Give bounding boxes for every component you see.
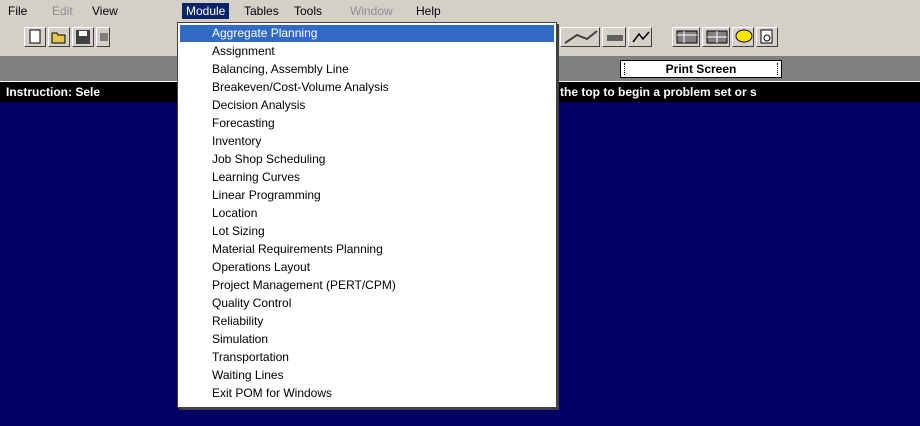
graph-icon (632, 31, 650, 43)
module-dropdown-menu: Aggregate Planning Assignment Balancing,… (177, 22, 557, 408)
menu-item-learning-curves[interactable]: Learning Curves (180, 169, 554, 186)
menu-item-forecasting[interactable]: Forecasting (180, 115, 554, 132)
menu-item-location[interactable]: Location (180, 205, 554, 222)
menu-item-breakeven[interactable]: Breakeven/Cost-Volume Analysis (180, 79, 554, 96)
menu-item-simulation[interactable]: Simulation (180, 331, 554, 348)
menu-item-decision-analysis[interactable]: Decision Analysis (180, 97, 554, 114)
menu-item-reliability[interactable]: Reliability (180, 313, 554, 330)
print-preview-button[interactable] (756, 27, 778, 47)
help-bubble-icon (735, 29, 753, 43)
print-screen-button[interactable]: Print Screen (620, 60, 782, 78)
menu-item-assignment[interactable]: Assignment (180, 43, 554, 60)
menu-item-aggregate-planning[interactable]: Aggregate Planning (180, 25, 554, 42)
menu-item-linear-programming[interactable]: Linear Programming (180, 187, 554, 204)
app-window: File Edit View Module Tables Tools Windo… (0, 0, 920, 426)
new-file-icon (29, 29, 41, 44)
print-preview-icon (760, 29, 773, 44)
instruction-text-right: the top to begin a problem set or s (560, 85, 757, 99)
menu-item-inventory[interactable]: Inventory (180, 133, 554, 150)
menu-item-transportation[interactable]: Transportation (180, 349, 554, 366)
menu-file[interactable]: File (4, 3, 31, 19)
menu-item-exit[interactable]: Exit POM for Windows (180, 385, 554, 402)
table-2-icon (706, 30, 728, 44)
save-icon (76, 30, 90, 44)
mm-icon (607, 35, 623, 41)
line-chart-button[interactable] (560, 27, 600, 47)
print-icon (100, 33, 108, 41)
menu-item-project-management[interactable]: Project Management (PERT/CPM) (180, 277, 554, 294)
line-chart-icon (564, 30, 598, 44)
print-button[interactable] (96, 27, 110, 47)
menu-bar: File Edit View Module Tables Tools Windo… (0, 0, 920, 22)
menu-item-quality-control[interactable]: Quality Control (180, 295, 554, 312)
menu-item-lot-sizing[interactable]: Lot Sizing (180, 223, 554, 240)
table-button[interactable] (672, 27, 700, 47)
menu-tools[interactable]: Tools (290, 3, 326, 19)
menu-view[interactable]: View (88, 3, 122, 19)
save-button[interactable] (72, 27, 94, 47)
menu-item-material-requirements-planning[interactable]: Material Requirements Planning (180, 241, 554, 258)
help-bubble-button[interactable] (732, 27, 754, 47)
menu-item-operations-layout[interactable]: Operations Layout (180, 259, 554, 276)
mm-button[interactable] (602, 27, 626, 47)
menu-tables[interactable]: Tables (240, 3, 283, 19)
menu-item-job-shop-scheduling[interactable]: Job Shop Scheduling (180, 151, 554, 168)
open-folder-icon (51, 32, 66, 44)
menu-item-waiting-lines[interactable]: Waiting Lines (180, 367, 554, 384)
table-icon (676, 30, 698, 44)
menu-edit[interactable]: Edit (48, 3, 77, 19)
open-folder-button[interactable] (48, 27, 70, 47)
instruction-text-left: Instruction: Sele (6, 85, 101, 99)
new-file-button[interactable] (24, 27, 46, 47)
graph-button[interactable] (628, 27, 652, 47)
menu-window[interactable]: Window (346, 3, 397, 19)
menu-help[interactable]: Help (412, 3, 445, 19)
menu-item-balancing-assembly-line[interactable]: Balancing, Assembly Line (180, 61, 554, 78)
menu-module[interactable]: Module (182, 3, 230, 19)
table-2-button[interactable] (702, 27, 730, 47)
